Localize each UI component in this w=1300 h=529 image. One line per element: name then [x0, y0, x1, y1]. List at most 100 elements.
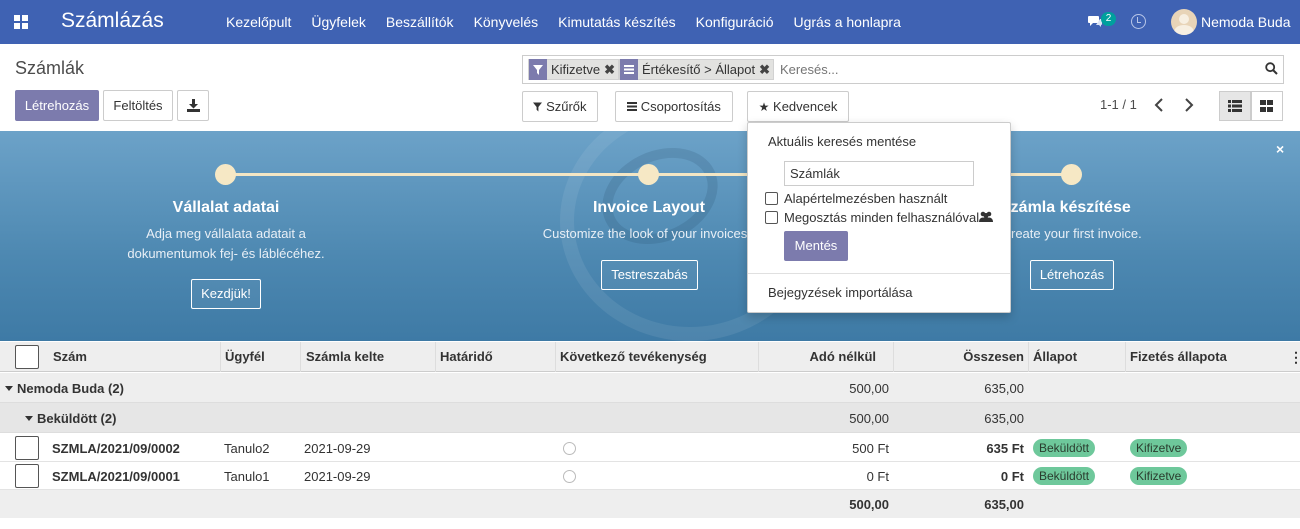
- column-untaxed[interactable]: Adó nélkül: [760, 342, 876, 372]
- table-row[interactable]: SZMLA/2021/09/0001 Tanulo1 2021-09-29 0 …: [0, 462, 1300, 490]
- menu-item-website[interactable]: Ugrás a honlapra: [793, 0, 900, 44]
- table-row[interactable]: SZMLA/2021/09/0002 Tanulo2 2021-09-29 50…: [0, 434, 1300, 462]
- column-payment-state[interactable]: Fizetés állapota: [1130, 342, 1227, 372]
- group-row[interactable]: Beküldött (2) 500,00 635,00: [0, 403, 1300, 433]
- column-next-activity[interactable]: Következő tevékenység: [560, 342, 707, 372]
- footer-total: 635,00: [984, 497, 1024, 512]
- star-icon: ★: [758, 100, 770, 114]
- invoice-untaxed: 500 Ft: [852, 441, 889, 456]
- favorites-button-label: Kedvencek: [773, 99, 838, 114]
- caret-down-icon: [5, 386, 13, 391]
- app-title: Számlázás: [61, 9, 164, 32]
- column-number[interactable]: Szám: [53, 342, 87, 372]
- groupby-button-label: Csoportosítás: [640, 99, 721, 114]
- download-button[interactable]: [177, 90, 209, 121]
- avatar[interactable]: [1171, 9, 1197, 35]
- column-total[interactable]: Összesen: [895, 342, 1024, 372]
- favorites-button[interactable]: ★ Kedvencek: [747, 91, 849, 122]
- status-badge: Beküldött: [1033, 439, 1096, 457]
- remove-facet-icon[interactable]: ✖: [759, 62, 770, 78]
- group-untaxed: 500,00: [849, 381, 889, 396]
- groupby-facet[interactable]: Értékesítő > Állapot ✖: [619, 59, 774, 80]
- save-search-title: Aktuális keresés mentése: [768, 134, 917, 149]
- select-all-checkbox[interactable]: [15, 345, 39, 369]
- step-desc-company: Adja meg vállalata adatait a dokumentumo…: [127, 226, 325, 261]
- column-date[interactable]: Számla kelte: [306, 342, 384, 372]
- column-separator: [1028, 342, 1029, 372]
- search-bar[interactable]: Kifizetve ✖ Értékesítő > Állapot ✖: [522, 55, 1284, 84]
- page-title: Számlák: [15, 58, 85, 78]
- table-header: Szám Ügyfél Számla kelte Határidő Követk…: [0, 342, 1300, 372]
- step-dot: [638, 164, 659, 185]
- close-icon[interactable]: ×: [1276, 141, 1284, 157]
- menu-item-customers[interactable]: Ügyfelek: [311, 0, 365, 44]
- activity-clock-icon[interactable]: [563, 442, 576, 455]
- invoice-untaxed: 0 Ft: [866, 469, 889, 484]
- invoice-date: 2021-09-29: [304, 441, 371, 456]
- payment-status-badge: Kifizetve: [1130, 467, 1188, 485]
- kanban-view-button[interactable]: [1251, 91, 1283, 121]
- menu-item-configuration[interactable]: Konfiguráció: [696, 0, 774, 44]
- import-records-item[interactable]: Bejegyzések importálása: [768, 285, 913, 300]
- column-partner[interactable]: Ügyfél: [225, 342, 265, 372]
- row-checkbox[interactable]: [15, 464, 39, 488]
- search-input[interactable]: [780, 62, 1080, 77]
- menu-item-vendors[interactable]: Beszállítók: [386, 0, 454, 44]
- company-start-button[interactable]: Kezdjük!: [191, 279, 261, 309]
- invoice-date: 2021-09-29: [304, 469, 371, 484]
- step-dot: [215, 164, 236, 185]
- menu-item-reporting[interactable]: Kimutatás készítés: [558, 0, 676, 44]
- default-checkbox[interactable]: [765, 192, 778, 205]
- chat-count-badge: 2: [1101, 12, 1116, 26]
- group-total: 635,00: [984, 411, 1024, 426]
- groupby-icon: [620, 59, 638, 80]
- column-separator: [893, 342, 894, 372]
- optional-columns-icon[interactable]: ⋮: [1289, 342, 1300, 372]
- groupby-button[interactable]: Csoportosítás: [615, 91, 733, 122]
- activity-clock-icon[interactable]: [563, 470, 576, 483]
- save-favorite-button[interactable]: Mentés: [784, 231, 848, 261]
- column-separator: [435, 342, 436, 372]
- list-view-button[interactable]: [1219, 91, 1251, 121]
- main-menu: Kezelőpult Ügyfelek Beszállítók Könyvelé…: [226, 0, 921, 44]
- search-icon[interactable]: [1265, 62, 1278, 75]
- default-checkbox-label[interactable]: Alapértelmezésben használt: [784, 191, 947, 206]
- filter-facet[interactable]: Kifizetve ✖: [528, 59, 620, 80]
- kanban-icon: [1260, 100, 1273, 112]
- menu-item-accounting[interactable]: Könyvelés: [474, 0, 539, 44]
- filter-icon: [533, 102, 543, 112]
- download-icon: [186, 99, 200, 112]
- upload-button[interactable]: Feltöltés: [103, 90, 173, 121]
- remove-facet-icon[interactable]: ✖: [604, 62, 615, 78]
- row-checkbox[interactable]: [15, 436, 39, 460]
- apps-menu-icon[interactable]: [14, 15, 28, 29]
- invoice-number: SZMLA/2021/09/0002: [52, 441, 180, 456]
- filter-icon: [529, 59, 547, 80]
- group-label: Nemoda Buda (2): [17, 381, 124, 396]
- groupby-facet-label: Értékesítő > Állapot: [642, 62, 756, 77]
- share-checkbox-label[interactable]: Megosztás minden felhasználóval: [784, 210, 979, 225]
- column-separator: [300, 342, 301, 372]
- list-icon: [1228, 100, 1242, 112]
- filters-button[interactable]: Szűrők: [522, 91, 598, 122]
- customize-button[interactable]: Testreszabás: [601, 260, 698, 290]
- filters-button-label: Szűrők: [546, 99, 587, 114]
- column-due-date[interactable]: Határidő: [440, 342, 493, 372]
- filter-facet-label: Kifizetve: [551, 62, 601, 77]
- table-footer: 500,00 635,00: [0, 490, 1300, 518]
- clock-icon[interactable]: [1131, 14, 1146, 29]
- group-row[interactable]: Nemoda Buda (2) 500,00 635,00: [0, 373, 1300, 403]
- create-invoice-button[interactable]: Létrehozás: [1030, 260, 1114, 290]
- chevron-right-icon[interactable]: [1181, 97, 1195, 113]
- share-checkbox[interactable]: [765, 211, 778, 224]
- favorite-name-input[interactable]: Számlák: [784, 161, 974, 186]
- column-state[interactable]: Állapot: [1033, 342, 1077, 372]
- chevron-left-icon[interactable]: [1153, 97, 1167, 113]
- onboarding-banner: Vállalat adatai Adja meg vállalata adata…: [0, 131, 1300, 341]
- column-separator: [1125, 342, 1126, 372]
- invoice-total: 635 Ft: [986, 441, 1024, 456]
- pager-value[interactable]: 1-1 / 1: [1100, 97, 1137, 112]
- menu-item-dashboard[interactable]: Kezelőpult: [226, 0, 291, 44]
- user-name[interactable]: Nemoda Buda: [1201, 14, 1291, 30]
- create-button[interactable]: Létrehozás: [15, 90, 99, 121]
